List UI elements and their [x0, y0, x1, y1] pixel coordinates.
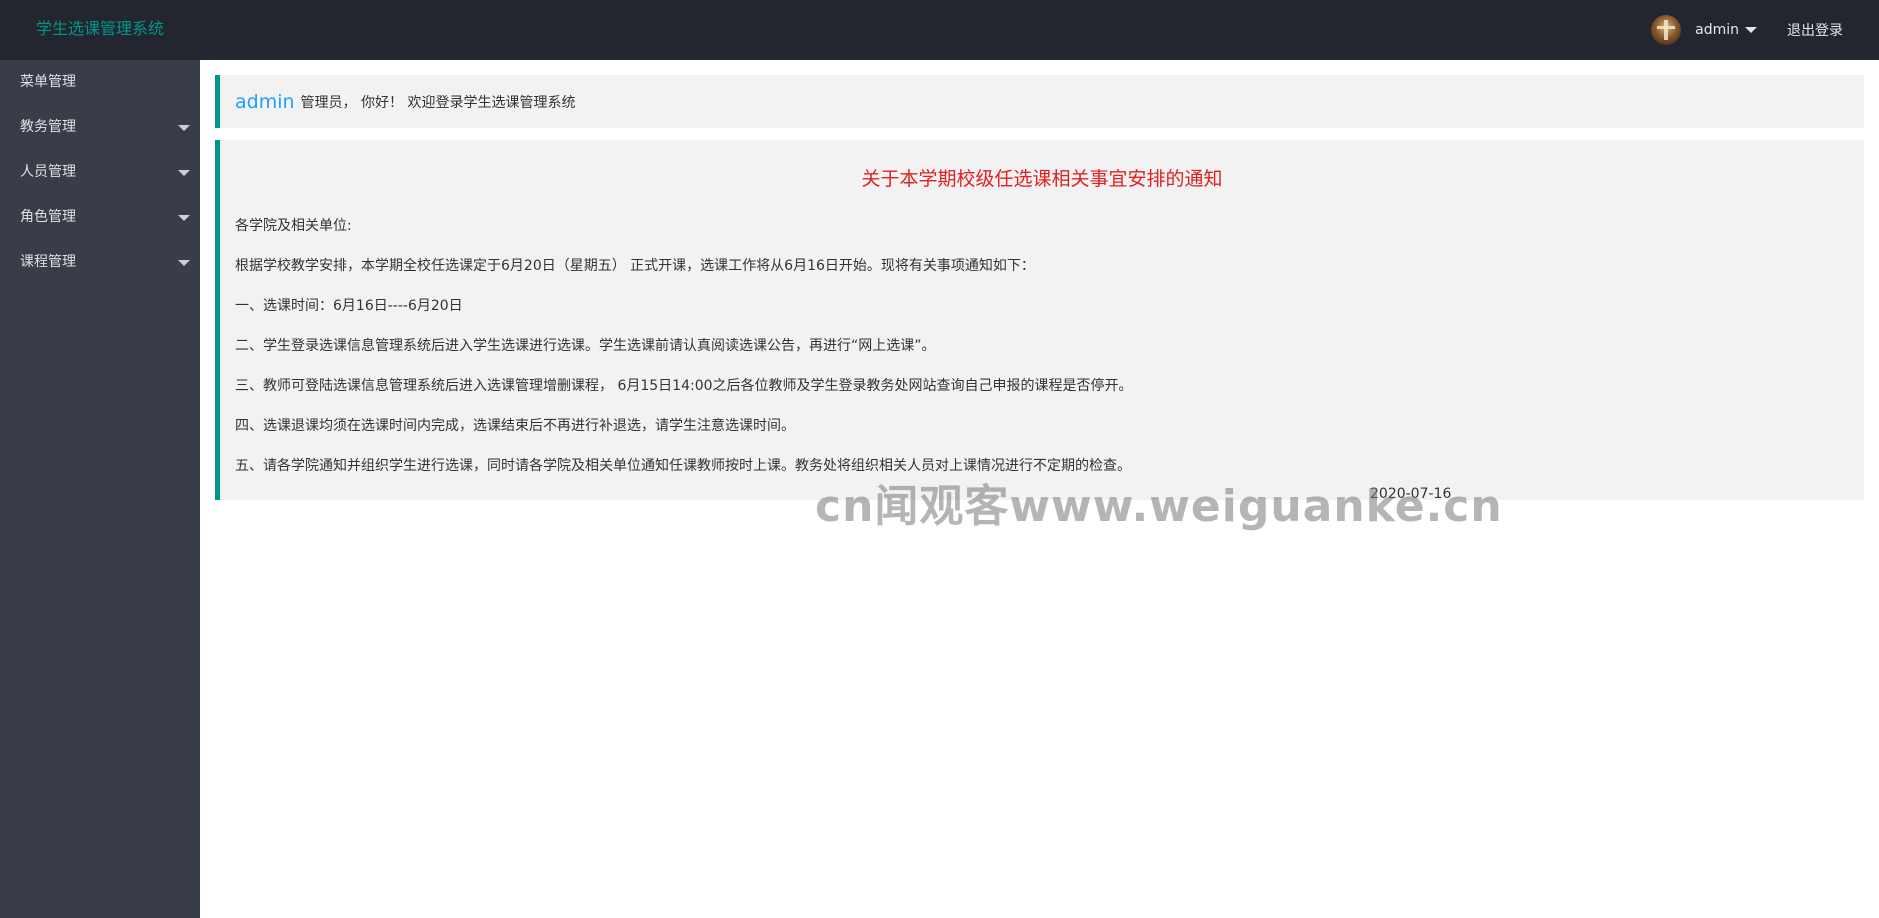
welcome-text: 管理员， 你好！ 欢迎登录学生选课管理系统	[300, 94, 576, 111]
notice-line: 一、选课时间：6月16日----6月20日	[235, 298, 463, 314]
sidebar-item-personnel[interactable]: 人员管理	[0, 150, 200, 195]
sidebar-item-label: 菜单管理	[20, 74, 76, 90]
welcome-banner: admin 管理员， 你好！ 欢迎登录学生选课管理系统	[215, 75, 1864, 128]
user-name: admin	[1695, 22, 1739, 38]
welcome-admin-name: admin	[235, 90, 295, 113]
sidebar-item-roles[interactable]: 角色管理	[0, 195, 200, 240]
notice-line: 各学院及相关单位:	[235, 218, 352, 234]
top-header: 学生选课管理系统 admin 退出登录	[0, 0, 1879, 60]
chevron-down-icon	[178, 125, 190, 131]
chevron-down-icon	[178, 260, 190, 266]
avatar[interactable]	[1651, 15, 1682, 45]
header-user-area: admin 退出登录	[1651, 0, 1843, 60]
notice-line: 三、教师可登陆选课信息管理系统后进入选课管理增删课程， 6月15日14:00之后…	[235, 378, 1133, 394]
chevron-down-icon	[178, 215, 190, 221]
logout-button[interactable]: 退出登录	[1787, 20, 1843, 40]
watermark: cn闻观客www.weiguanke.cn	[815, 481, 1503, 532]
notice-line: 二、学生登录选课信息管理系统后进入学生选课进行选课。学生选课前请认真阅读选课公告…	[235, 338, 936, 354]
chevron-down-icon	[1745, 27, 1757, 33]
sidebar-item-menu[interactable]: 菜单管理	[0, 60, 200, 105]
sidebar: 菜单管理 教务管理 人员管理 角色管理 课程管理	[0, 60, 200, 918]
notice-title: 关于本学期校级任选课相关事宜安排的通知	[861, 168, 1223, 190]
user-menu[interactable]: admin	[1695, 22, 1757, 38]
notice-line: 根据学校教学安排，本学期全校任选课定于6月20日（星期五） 正式开课，选课工作将…	[235, 258, 1035, 274]
sidebar-item-label: 人员管理	[20, 164, 76, 180]
notice-panel: 关于本学期校级任选课相关事宜安排的通知 各学院及相关单位: 根据学校教学安排，本…	[215, 140, 1864, 502]
sidebar-item-academic[interactable]: 教务管理	[0, 105, 200, 150]
app-logo[interactable]: 学生选课管理系统	[36, 0, 164, 60]
sidebar-item-label: 课程管理	[20, 254, 76, 270]
chevron-down-icon	[178, 170, 190, 176]
main-content: admin 管理员， 你好！ 欢迎登录学生选课管理系统 关于本学期校级任选课相关…	[200, 60, 1879, 918]
sidebar-item-label: 角色管理	[20, 209, 76, 225]
sidebar-item-label: 教务管理	[20, 119, 76, 135]
sidebar-item-courses[interactable]: 课程管理	[0, 240, 200, 285]
notice-line: 四、选课退课均须在选课时间内完成，选课结束后不再进行补退选，请学生注意选课时间。	[235, 418, 795, 434]
